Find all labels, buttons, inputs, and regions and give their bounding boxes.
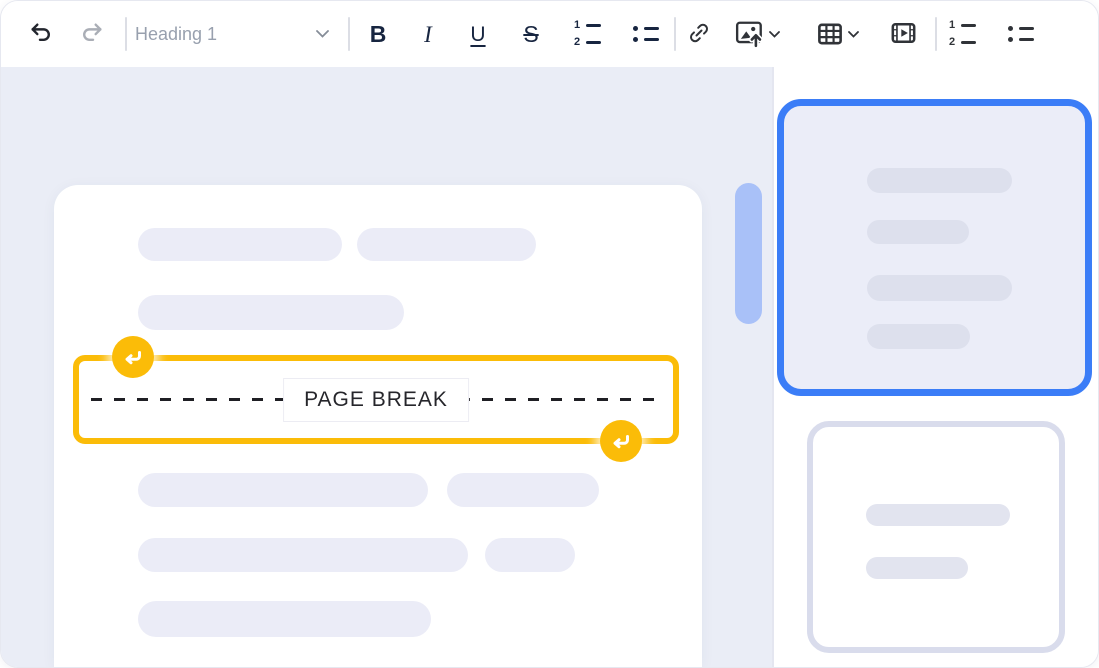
insert-link-button[interactable] — [679, 14, 719, 54]
editor-window: Heading 1 B I U S 1 2 — [0, 0, 1099, 668]
redo-icon — [79, 20, 104, 48]
ordered-list-icon: 1 2 — [573, 20, 601, 48]
undo-icon — [29, 20, 54, 48]
toolbar-divider — [125, 17, 127, 51]
heading-style-value: Heading 1 — [135, 24, 217, 45]
link-icon — [687, 21, 711, 48]
strikethrough-icon: S — [523, 23, 538, 46]
insert-video-button[interactable] — [883, 14, 923, 54]
text-placeholder-line — [138, 228, 342, 261]
text-placeholder-line — [138, 473, 428, 507]
text-placeholder-line — [138, 538, 468, 572]
page-thumbnails-sidebar — [774, 67, 1098, 667]
toolbar: Heading 1 B I U S 1 2 — [1, 1, 1098, 67]
chevron-down-icon — [769, 31, 780, 38]
ordered-list-button-2[interactable]: 1 2 — [942, 14, 982, 54]
redo-button[interactable] — [71, 14, 111, 54]
thumbnail-text-line — [867, 324, 970, 349]
image-upload-icon — [735, 20, 765, 48]
strikethrough-button[interactable]: S — [511, 14, 551, 54]
chevron-down-icon — [848, 31, 859, 38]
bullet-list-button-2[interactable] — [1000, 14, 1040, 54]
text-placeholder-line — [138, 601, 431, 637]
page-break-handle-bottom[interactable] — [600, 420, 642, 462]
return-arrow-icon — [122, 348, 144, 367]
thumbnail-text-line — [866, 504, 1010, 526]
underline-button[interactable]: U — [458, 14, 498, 54]
thumbnail-text-line — [867, 275, 1012, 301]
bullet-list-icon — [1007, 26, 1034, 42]
page-break-label: PAGE BREAK — [283, 378, 469, 422]
toolbar-divider — [348, 17, 350, 51]
thumbnail-text-line — [866, 557, 968, 579]
editor-canvas: PAGE BREAK — [1, 67, 774, 667]
thumbnail-text-line — [867, 220, 969, 244]
bullet-list-button[interactable] — [625, 14, 665, 54]
page-break-handle-top[interactable] — [112, 336, 154, 378]
thumbnail-text-line — [867, 168, 1012, 193]
text-placeholder-line — [138, 295, 404, 330]
sidebar-divider — [772, 67, 774, 667]
bold-icon: B — [370, 23, 387, 46]
page-break-block[interactable]: PAGE BREAK — [73, 355, 679, 444]
chevron-down-icon — [316, 30, 329, 38]
toolbar-divider — [674, 17, 676, 51]
text-placeholder-line — [357, 228, 536, 261]
table-icon — [817, 22, 843, 46]
scrollbar-thumb[interactable] — [735, 183, 762, 324]
return-arrow-icon — [610, 432, 632, 451]
bold-button[interactable]: B — [358, 14, 398, 54]
ordered-list-button[interactable]: 1 2 — [567, 14, 607, 54]
bullet-list-icon — [632, 26, 659, 42]
heading-style-dropdown[interactable]: Heading 1 — [135, 11, 347, 57]
ordered-list-icon: 1 2 — [948, 20, 976, 48]
insert-table-button[interactable] — [807, 14, 869, 54]
undo-button[interactable] — [21, 14, 61, 54]
page-thumbnail-2[interactable] — [807, 421, 1065, 653]
italic-icon: I — [424, 23, 432, 46]
italic-button[interactable]: I — [408, 14, 448, 54]
underline-icon: U — [470, 24, 485, 45]
page-thumbnail-1[interactable] — [777, 99, 1092, 396]
video-icon — [890, 21, 917, 48]
text-placeholder-line — [447, 473, 599, 507]
insert-image-button[interactable] — [726, 14, 788, 54]
text-placeholder-line — [485, 538, 575, 572]
toolbar-divider — [935, 17, 937, 51]
